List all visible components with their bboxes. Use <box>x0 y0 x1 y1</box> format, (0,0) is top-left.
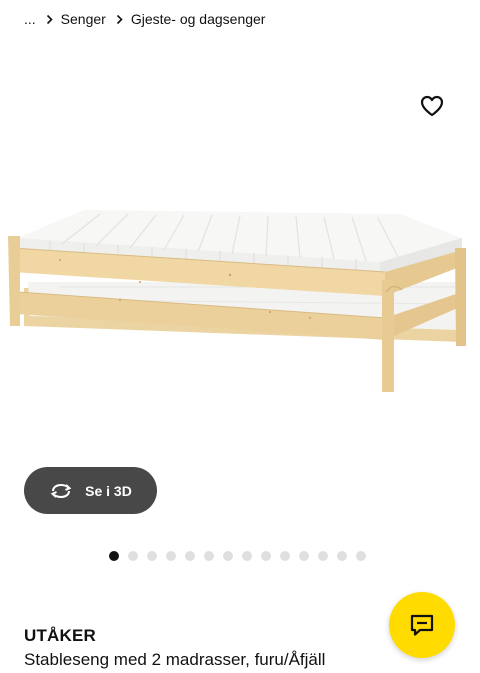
product-description: Stableseng med 2 madrasser, furu/Åfjäll <box>24 650 326 669</box>
breadcrumb-ellipsis[interactable]: ... <box>24 11 36 27</box>
product-name: UTÅKER <box>24 626 97 645</box>
carousel-dot[interactable] <box>185 551 195 561</box>
carousel-dot[interactable] <box>109 551 119 561</box>
product-image[interactable] <box>0 160 480 460</box>
carousel-dot[interactable] <box>318 551 328 561</box>
chevron-right-icon <box>46 14 53 25</box>
carousel-dot[interactable] <box>280 551 290 561</box>
breadcrumb-item-gjeste-og-dagsenger[interactable]: Gjeste- og dagsenger <box>131 11 266 27</box>
chat-button[interactable] <box>389 592 455 658</box>
chat-bubble-icon <box>409 613 435 637</box>
carousel-dot[interactable] <box>147 551 157 561</box>
carousel-dot[interactable] <box>299 551 309 561</box>
favorite-button[interactable] <box>416 90 448 122</box>
carousel-dot[interactable] <box>261 551 271 561</box>
carousel-dot[interactable] <box>204 551 214 561</box>
heart-outline-icon <box>420 95 444 117</box>
stacking-bed-illustration <box>8 210 466 392</box>
carousel-dot[interactable] <box>337 551 347 561</box>
breadcrumb: ... Senger Gjeste- og dagsenger <box>24 8 265 30</box>
carousel-dot[interactable] <box>356 551 366 561</box>
chevron-right-icon <box>116 14 123 25</box>
carousel-dot[interactable] <box>166 551 176 561</box>
carousel-dot[interactable] <box>128 551 138 561</box>
carousel-dot[interactable] <box>223 551 233 561</box>
rotate-3d-icon <box>49 482 73 500</box>
carousel-dot[interactable] <box>242 551 252 561</box>
breadcrumb-item-senger[interactable]: Senger <box>61 11 106 27</box>
view-in-3d-button[interactable]: Se i 3D <box>24 467 157 514</box>
view-in-3d-label: Se i 3D <box>85 482 132 499</box>
image-carousel-dots <box>109 551 366 563</box>
